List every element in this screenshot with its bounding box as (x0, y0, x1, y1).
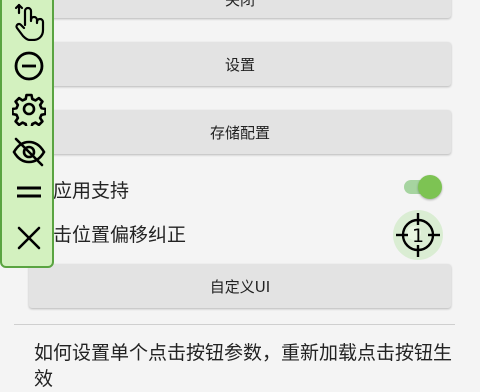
close-config-button[interactable]: 关闭 (29, 0, 451, 18)
click-offset-correction-label: 点击位置偏移纠正 (34, 224, 187, 246)
crosshair-target-icon[interactable]: 1 (392, 209, 444, 261)
save-config-button[interactable]: 存储配置 (29, 110, 451, 154)
eye-off-icon[interactable] (11, 134, 47, 170)
minus-circle-icon[interactable] (11, 48, 47, 84)
custom-ui-button[interactable]: 自定义UI (29, 264, 451, 308)
gear-icon[interactable] (11, 91, 47, 127)
touch-icon[interactable] (11, 3, 47, 41)
settings-button[interactable]: 设置 (29, 42, 451, 86)
divider (14, 324, 455, 325)
floating-toolbar[interactable] (0, 0, 54, 268)
close-icon[interactable] (11, 220, 47, 256)
help-link[interactable]: 如何设置单个点击按钮参数，重新加载点击按钮生效 (34, 340, 454, 392)
drag-handle-icon[interactable] (11, 174, 47, 210)
target-number: 1 (412, 225, 424, 247)
switch-thumb (418, 175, 442, 199)
